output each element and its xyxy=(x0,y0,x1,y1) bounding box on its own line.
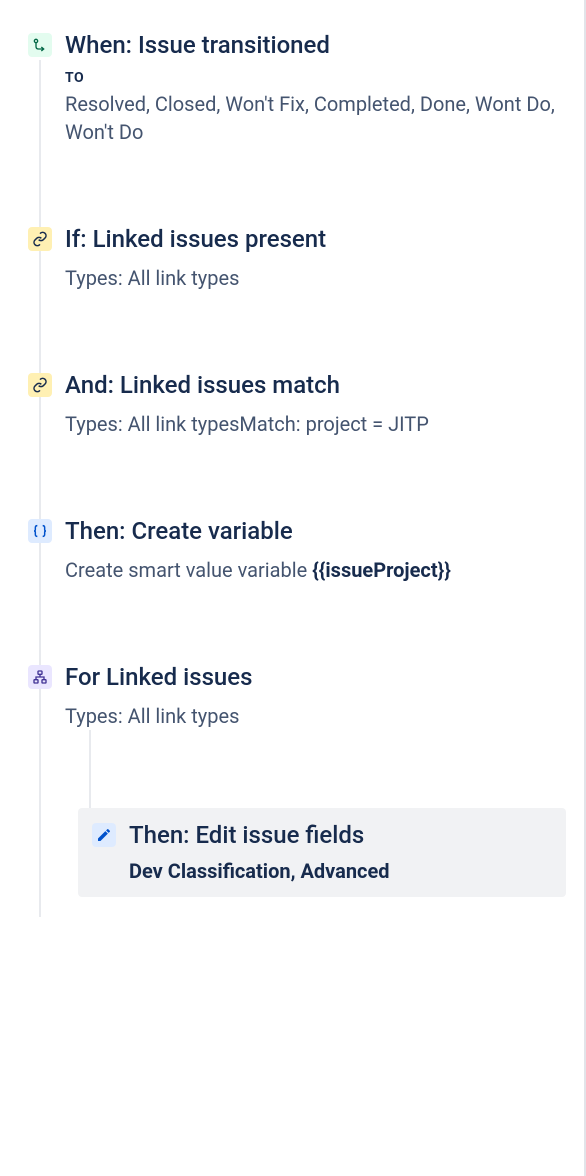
step-description: Types: All link types xyxy=(65,264,566,292)
edit-icon xyxy=(92,823,116,847)
transition-icon xyxy=(28,33,52,57)
step-description: Types: All link types xyxy=(65,702,566,730)
rule-step-branch[interactable]: For Linked issues Types: All link types … xyxy=(28,662,566,897)
rule-step-condition[interactable]: If: Linked issues present Types: All lin… xyxy=(28,224,566,292)
link-icon xyxy=(28,227,52,251)
rule-step-action[interactable]: Then: Create variable Create smart value… xyxy=(28,516,566,584)
rule-step-action-nested[interactable]: Then: Edit issue fields Dev Classificati… xyxy=(78,808,566,897)
link-icon xyxy=(28,373,52,397)
nested-step-title: Then: Edit issue fields xyxy=(129,820,552,850)
step-subtitle-label: TO xyxy=(65,70,566,86)
rule-step-condition[interactable]: And: Linked issues match Types: All link… xyxy=(28,370,566,438)
step-description: Types: All link typesMatch: project = JI… xyxy=(65,410,566,438)
branch-icon xyxy=(28,665,52,689)
variable-icon xyxy=(28,519,52,543)
step-title: For Linked issues xyxy=(65,662,566,692)
nested-container: Then: Edit issue fields Dev Classificati… xyxy=(78,808,566,897)
step-description-bold: {{issueProject}} xyxy=(312,558,451,582)
step-title: When: Issue transitioned xyxy=(65,30,566,60)
step-description: Create smart value variable {{issueProje… xyxy=(65,556,566,584)
automation-rule-list: When: Issue transitioned TO Resolved, Cl… xyxy=(0,0,586,917)
step-description-prefix: Create smart value variable xyxy=(65,558,312,582)
step-title: If: Linked issues present xyxy=(65,224,566,254)
step-title: And: Linked issues match xyxy=(65,370,566,400)
nested-step-description: Dev Classification, Advanced xyxy=(129,858,552,885)
step-title: Then: Create variable xyxy=(65,516,566,546)
rule-step-trigger[interactable]: When: Issue transitioned TO Resolved, Cl… xyxy=(28,30,566,146)
step-description: Resolved, Closed, Won't Fix, Completed, … xyxy=(65,90,566,146)
